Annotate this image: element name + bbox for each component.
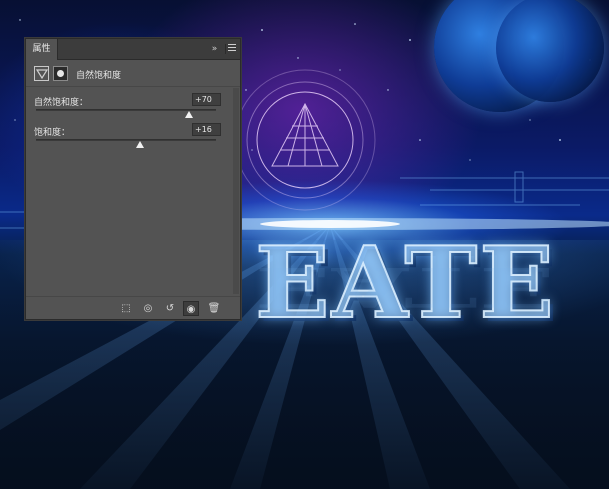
saturation-label: 饱和度： <box>34 128 71 138</box>
collapse-panel-icon[interactable]: » <box>207 43 221 56</box>
vibrance-label: 自然饱和度： <box>34 98 89 108</box>
adjustment-title: 自然饱和度 <box>76 71 122 81</box>
hamburger-menu-icon[interactable] <box>225 44 236 54</box>
vibrance-value-field[interactable]: +70 <box>192 93 221 106</box>
delete-icon[interactable]: 🗑 <box>206 301 222 316</box>
tab-properties[interactable]: 属性 <box>26 39 58 60</box>
vibrance-adjustment-icon[interactable] <box>34 66 49 81</box>
clip-to-layer-icon[interactable]: ⬚ <box>118 301 134 316</box>
reset-icon[interactable]: ↺ <box>162 301 178 316</box>
saturation-value-field[interactable]: +16 <box>192 123 221 136</box>
properties-panel: 属性 » 自然饱和度 自然饱和度： +70 饱和度： +16 ⬚ ◎ ↺ ◉ 🗑 <box>25 38 241 320</box>
saturation-slider-track[interactable] <box>36 139 216 141</box>
saturation-slider-thumb[interactable] <box>136 141 145 148</box>
panel-footer: ⬚ ◎ ↺ ◉ 🗑 <box>26 296 240 319</box>
adjustment-title-row: 自然饱和度 <box>26 61 240 87</box>
panel-scroll-area[interactable] <box>233 88 239 294</box>
artwork-text-reflection: EATE <box>255 254 556 318</box>
view-previous-state-icon[interactable]: ◎ <box>140 301 156 316</box>
panel-header: 属性 » <box>26 39 240 60</box>
visibility-icon[interactable]: ◉ <box>183 301 199 316</box>
layer-mask-icon[interactable] <box>53 66 68 81</box>
vibrance-slider-thumb[interactable] <box>185 111 193 118</box>
